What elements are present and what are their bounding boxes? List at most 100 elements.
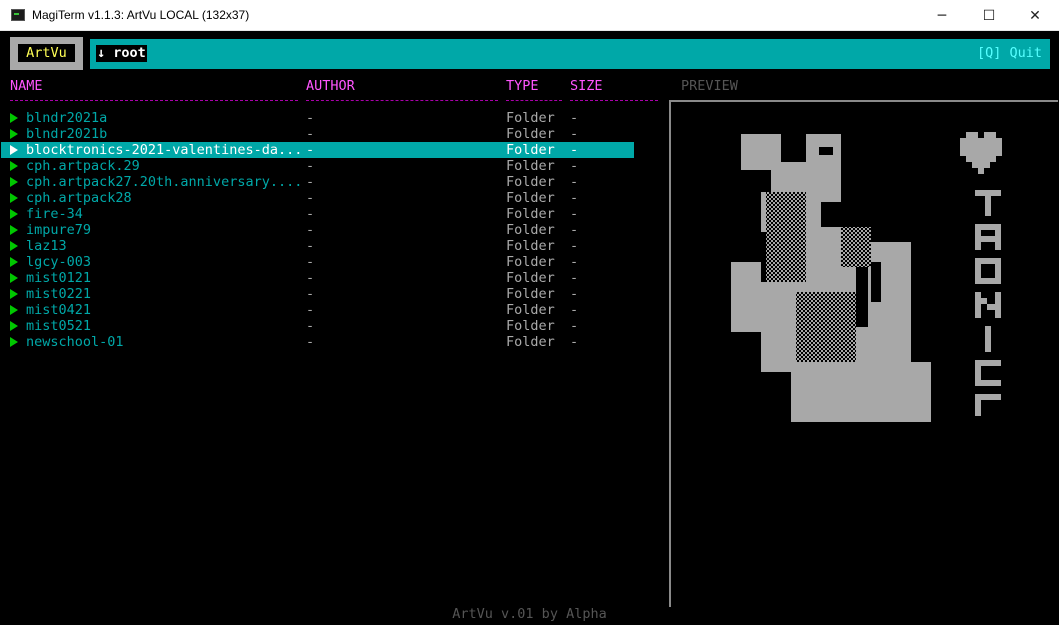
row-name: cph.artpack.29 [26, 158, 140, 174]
footer-credit: ArtVu v.01 by Alpha [452, 606, 607, 622]
column-divider-name [10, 100, 298, 101]
row-name: lgcy-003 [26, 254, 92, 270]
row-name: blndr2021a [26, 110, 108, 126]
preview-header: PREVIEW [681, 78, 738, 94]
row-type: Folder [506, 334, 555, 350]
column-header-name[interactable]: NAME [10, 78, 43, 94]
column-header-type[interactable]: TYPE [506, 78, 539, 94]
file-list-row[interactable]: cph.artpack28- Folder - [1, 190, 641, 206]
folder-arrow-icon [10, 337, 18, 347]
file-list-row[interactable]: blndr2021a - Folder - [1, 110, 641, 126]
row-name: newschool-01 [26, 334, 124, 350]
row-size: - [570, 110, 579, 126]
row-author: - [306, 206, 315, 222]
row-name: laz13 [26, 238, 67, 254]
minimize-button[interactable]: ─ [919, 0, 965, 31]
row-type: Folder [506, 238, 555, 254]
current-path[interactable]: ↓ root [96, 45, 147, 62]
file-list-row[interactable]: mist0521- Folder - [1, 318, 641, 334]
maximize-button[interactable]: ☐ [966, 0, 1012, 31]
row-size: - [570, 174, 579, 190]
row-size: - [570, 206, 579, 222]
file-list-row[interactable]: lgcy-003- Folder - [1, 254, 641, 270]
row-size: - [570, 318, 579, 334]
folder-arrow-icon [10, 289, 18, 299]
row-author: - [306, 334, 315, 350]
artvu-logo-text: ArtVu [18, 44, 75, 62]
row-type: Folder [506, 206, 555, 222]
close-button[interactable]: ✕ [1012, 0, 1058, 31]
folder-arrow-icon [10, 193, 18, 203]
terminal-app-icon [11, 9, 25, 21]
column-divider-type [506, 100, 562, 101]
quit-button[interactable]: [Q] Quit [977, 45, 1042, 62]
file-list-row[interactable]: blndr2021b - Folder - [1, 126, 641, 142]
row-name: mist0421 [26, 302, 92, 318]
row-name: mist0221 [26, 286, 92, 302]
window-title: MagiTerm v1.1.3: ArtVu LOCAL (132x37) [32, 8, 250, 22]
column-header-author[interactable]: AUTHOR [306, 78, 355, 94]
row-author: - [306, 110, 315, 126]
row-name: mist0521 [26, 318, 92, 334]
file-list-row[interactable]: mist0421- Folder - [1, 302, 641, 318]
row-type: Folder [506, 254, 555, 270]
file-list-row[interactable]: mist0221- Folder - [1, 286, 641, 302]
window-titlebar: MagiTerm v1.1.3: ArtVu LOCAL (132x37) ─ … [0, 0, 1059, 31]
row-size: - [570, 286, 579, 302]
row-type: Folder [506, 318, 555, 334]
row-type: Folder [506, 158, 555, 174]
file-list-row[interactable]: laz13- Folder - [1, 238, 641, 254]
row-author: - [306, 190, 315, 206]
folder-arrow-icon [10, 257, 18, 267]
row-name: mist0121 [26, 270, 92, 286]
row-size: - [570, 222, 579, 238]
ansi-art-preview-image [731, 132, 1002, 422]
terminal-screen: ArtVu ↓ root [Q] Quit NAME AUTHOR TYPE S… [1, 31, 1058, 625]
folder-arrow-icon [10, 241, 18, 251]
row-author: - [306, 286, 315, 302]
row-name: blocktronics-2021-valentines-da... [26, 142, 303, 158]
folder-arrow-icon [10, 225, 18, 235]
file-list-row[interactable]: cph.artpack.29- Folder - [1, 158, 641, 174]
row-type: Folder [506, 126, 555, 142]
file-list-row[interactable]: fire-34- Folder - [1, 206, 641, 222]
row-size: - [570, 270, 579, 286]
row-author: - [306, 126, 315, 142]
folder-arrow-icon [10, 113, 18, 123]
artvu-logo: ArtVu [10, 37, 83, 70]
row-author: - [306, 174, 315, 190]
file-list-row[interactable]: mist0121- Folder - [1, 270, 641, 286]
row-size: - [570, 334, 579, 350]
row-size: - [570, 254, 579, 270]
row-author: - [306, 158, 315, 174]
folder-arrow-icon [10, 145, 18, 155]
row-type: Folder [506, 190, 555, 206]
preview-pane [669, 100, 1058, 607]
column-divider-author [306, 100, 498, 101]
row-author: - [306, 254, 315, 270]
column-divider-size [570, 100, 658, 101]
row-size: - [570, 158, 579, 174]
row-name: blndr2021b [26, 126, 108, 142]
file-list-row[interactable]: impure79- Folder - [1, 222, 641, 238]
row-name: cph.artpack28 [26, 190, 132, 206]
file-list: blndr2021a - Folder - blndr2021b - Folder - bloc… [1, 110, 641, 350]
folder-arrow-icon [10, 129, 18, 139]
folder-arrow-icon [10, 321, 18, 331]
folder-arrow-icon [10, 305, 18, 315]
row-size: - [570, 142, 579, 158]
row-author: - [306, 142, 315, 158]
row-size: - [570, 126, 579, 142]
column-header-size[interactable]: SIZE [570, 78, 603, 94]
file-list-row[interactable]: newschool-01- Folder - [1, 334, 641, 350]
row-size: - [570, 302, 579, 318]
file-list-row[interactable]: cph.artpack27.20th.anniversary.... - Folde… [1, 174, 641, 190]
row-author: - [306, 270, 315, 286]
row-name: cph.artpack27.20th.anniversary.... [26, 174, 303, 190]
row-type: Folder [506, 110, 555, 126]
row-author: - [306, 302, 315, 318]
file-list-row[interactable]: blocktronics-2021-valentines-da... - Folde… [1, 142, 634, 158]
row-name: impure79 [26, 222, 92, 238]
row-type: Folder [506, 270, 555, 286]
row-type: Folder [506, 286, 555, 302]
